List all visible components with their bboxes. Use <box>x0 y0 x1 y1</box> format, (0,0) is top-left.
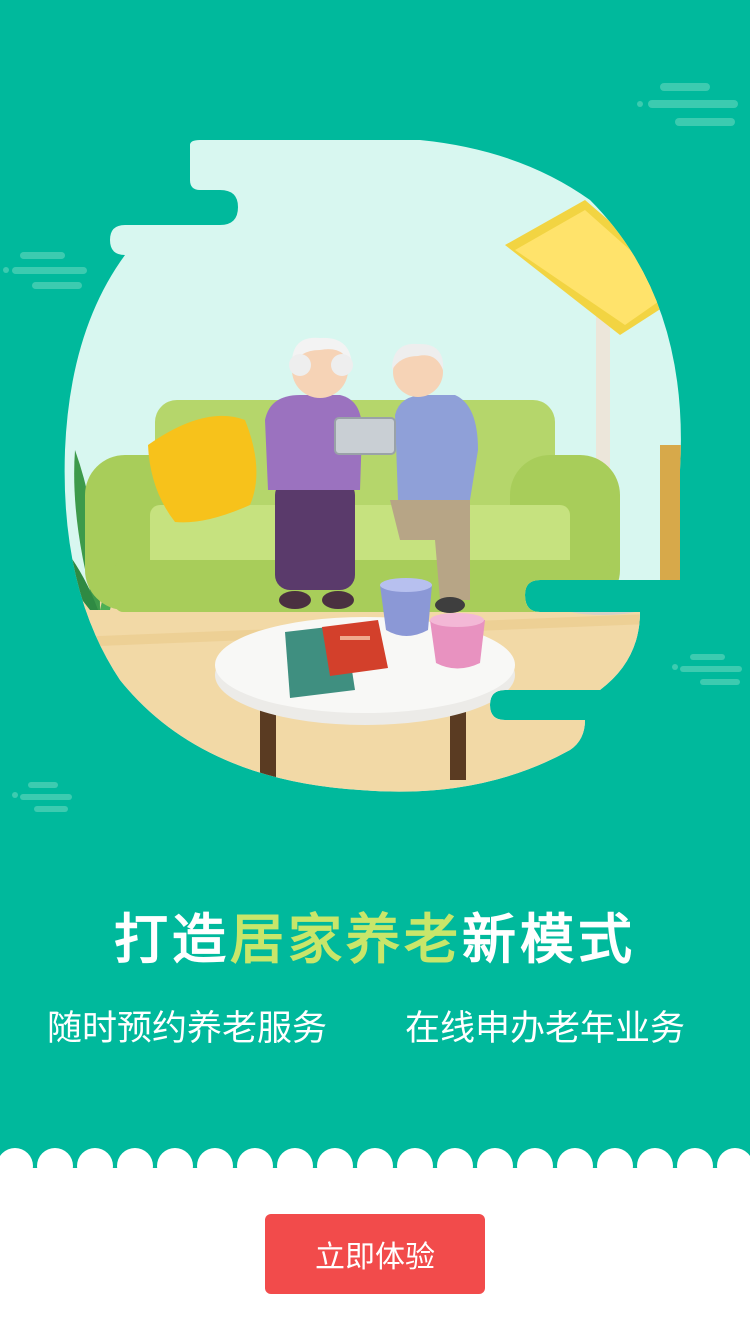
feature-online-application: 在线申办老年业务 <box>405 1009 686 1049</box>
cloud-icon <box>3 252 87 289</box>
cup-icon <box>430 613 485 669</box>
cloud-icon <box>637 83 738 126</box>
cloud-icon <box>12 782 72 812</box>
headline-highlight: 居家养老 <box>230 908 462 971</box>
try-now-button[interactable]: 立即体验 <box>265 1214 485 1294</box>
feature-list: 随时预约养老服务 在线申办老年业务 <box>0 1000 750 1050</box>
hero-illustration <box>3 83 742 812</box>
feature-appointment: 随时预约养老服务 <box>47 1009 328 1049</box>
cloud-icon <box>672 654 742 685</box>
headline-part1: 打造 <box>114 908 230 971</box>
cup-icon <box>380 578 432 636</box>
headline: 打造居家养老新模式 <box>0 895 750 974</box>
scalloped-divider <box>0 1140 750 1180</box>
headline-part2: 新模式 <box>462 908 636 971</box>
